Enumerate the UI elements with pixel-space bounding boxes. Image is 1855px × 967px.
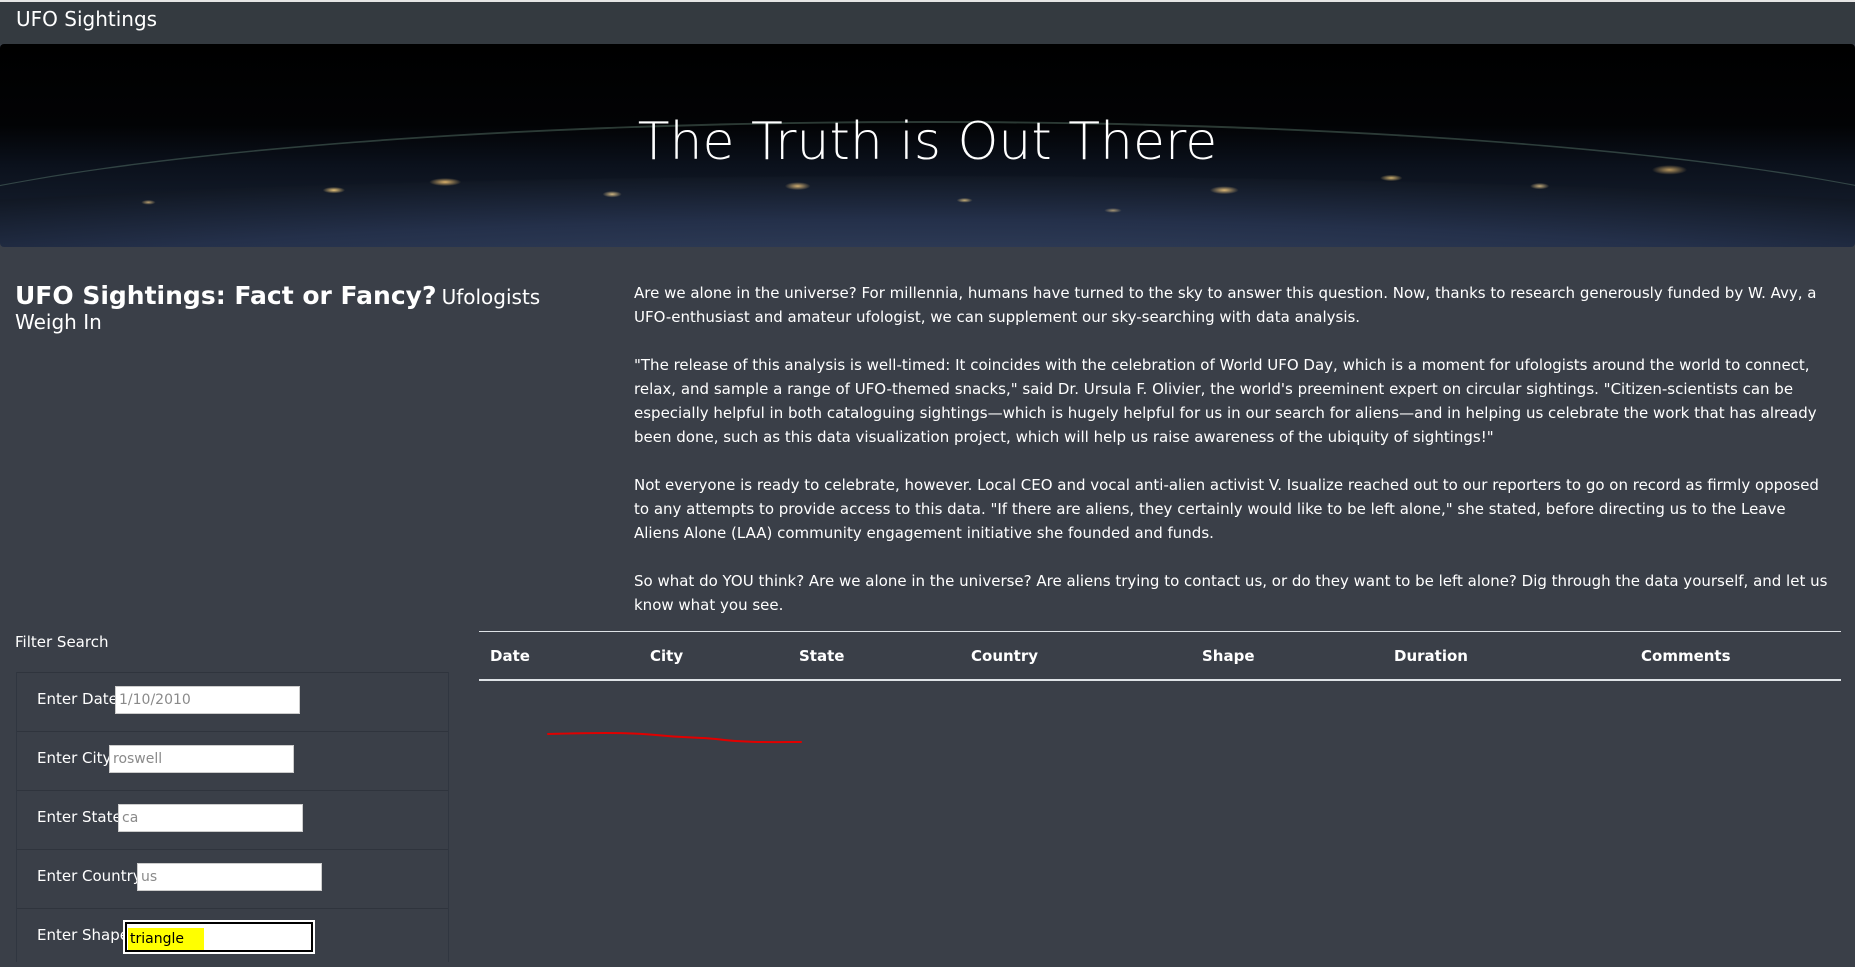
filter-date: Enter Date <box>17 672 448 731</box>
table-header-row: Date City State Country Shape Duration C… <box>479 631 1841 681</box>
article-paragraph: "The release of this analysis is well-ti… <box>634 356 1817 446</box>
filter-shape-label: Enter Shape <box>37 926 129 944</box>
hero-banner: The Truth is Out There <box>0 44 1855 247</box>
filter-city: Enter City <box>17 731 448 790</box>
column-header-city: City <box>639 631 788 681</box>
navbar-brand[interactable]: UFO Sightings <box>16 7 157 31</box>
column-header-comments: Comments <box>1630 631 1841 681</box>
filter-search-title: Filter Search <box>15 633 109 651</box>
filter-city-label: Enter City <box>37 749 112 767</box>
filter-state: Enter State <box>17 790 448 849</box>
filter-shape: Enter Shape <box>17 908 448 967</box>
city-input[interactable] <box>109 745 294 773</box>
column-header-state: State <box>788 631 960 681</box>
hero-title: The Truth is Out There <box>637 112 1218 172</box>
article-heading: UFO Sightings: Fact or Fancy? Ufologists… <box>15 281 605 334</box>
date-input[interactable] <box>115 686 300 714</box>
column-header-date: Date <box>479 631 639 681</box>
column-header-country: Country <box>960 631 1191 681</box>
filter-list: Enter Date Enter City Enter State Enter … <box>16 672 449 962</box>
filter-country-label: Enter Country <box>37 867 142 885</box>
article-paragraph: Are we alone in the universe? For millen… <box>634 284 1817 326</box>
article-body: Are we alone in the universe? For millen… <box>634 281 1834 641</box>
column-header-duration: Duration <box>1383 631 1630 681</box>
filter-country: Enter Country <box>17 849 448 908</box>
red-annotation-stroke <box>547 732 802 744</box>
column-header-shape: Shape <box>1191 631 1383 681</box>
article-paragraph: So what do YOU think? Are we alone in th… <box>634 572 1828 614</box>
filter-date-label: Enter Date <box>37 690 118 708</box>
state-input[interactable] <box>118 804 303 832</box>
country-input[interactable] <box>137 863 322 891</box>
article-paragraph: Not everyone is ready to celebrate, howe… <box>634 476 1819 542</box>
shape-input-highlighted-text: triangle <box>128 928 204 950</box>
article-title: UFO Sightings: Fact or Fancy? <box>15 281 437 310</box>
ufo-table: Date City State Country Shape Duration C… <box>479 631 1841 681</box>
navbar: UFO Sightings <box>0 0 1855 44</box>
filter-state-label: Enter State <box>37 808 122 826</box>
